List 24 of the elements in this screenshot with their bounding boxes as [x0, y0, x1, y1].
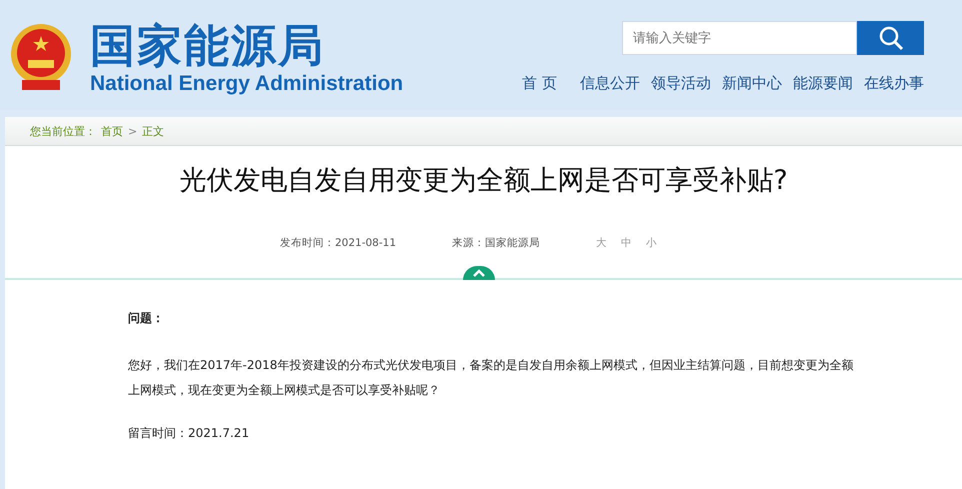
nav-link[interactable]: 在线办事	[864, 74, 924, 93]
question-text: 您好，我们在2017年-2018年投资建设的分布式光伏发电项目，备案的是自发自用余额上网模式，但因业主结算问题，目前想变更为全额上网模式，现在变更为全额上网模式是否可以享受补贴呢？	[128, 357, 854, 399]
message-time: 留言时间：2021.7.21	[128, 425, 250, 442]
site-logo-text: 国家能源局	[90, 20, 326, 72]
question-heading: 问题：	[128, 310, 165, 327]
search-field[interactable]: 请输入关键字	[622, 21, 857, 55]
chevron-up-icon	[472, 269, 484, 277]
site-logo-subtitle: National Energy Administration	[90, 72, 404, 96]
nav-link[interactable]: 领导活动	[651, 74, 711, 93]
breadcrumb-label: 您当前位置：	[30, 124, 96, 138]
publish-date: 发布时间：2021-08-11	[280, 236, 396, 250]
nav-link[interactable]: 首 页	[522, 74, 557, 93]
nav-link[interactable]: 新闻中心	[722, 74, 782, 93]
collapse-button[interactable]	[462, 266, 494, 280]
breadcrumb-separator: >	[128, 124, 138, 138]
search-icon	[878, 25, 904, 51]
nav-link[interactable]: 信息公开	[580, 74, 640, 93]
article-source: 来源：国家能源局	[452, 236, 540, 250]
search-button[interactable]	[857, 21, 924, 55]
nav-link[interactable]: 能源要闻	[793, 74, 853, 93]
article-title: 光伏发电自发自用变更为全额上网是否可享受补贴?	[178, 164, 789, 198]
breadcrumb-link[interactable]: 正文	[142, 124, 164, 138]
breadcrumb-link[interactable]: 首页	[101, 124, 123, 138]
emblem-icon	[8, 22, 74, 92]
